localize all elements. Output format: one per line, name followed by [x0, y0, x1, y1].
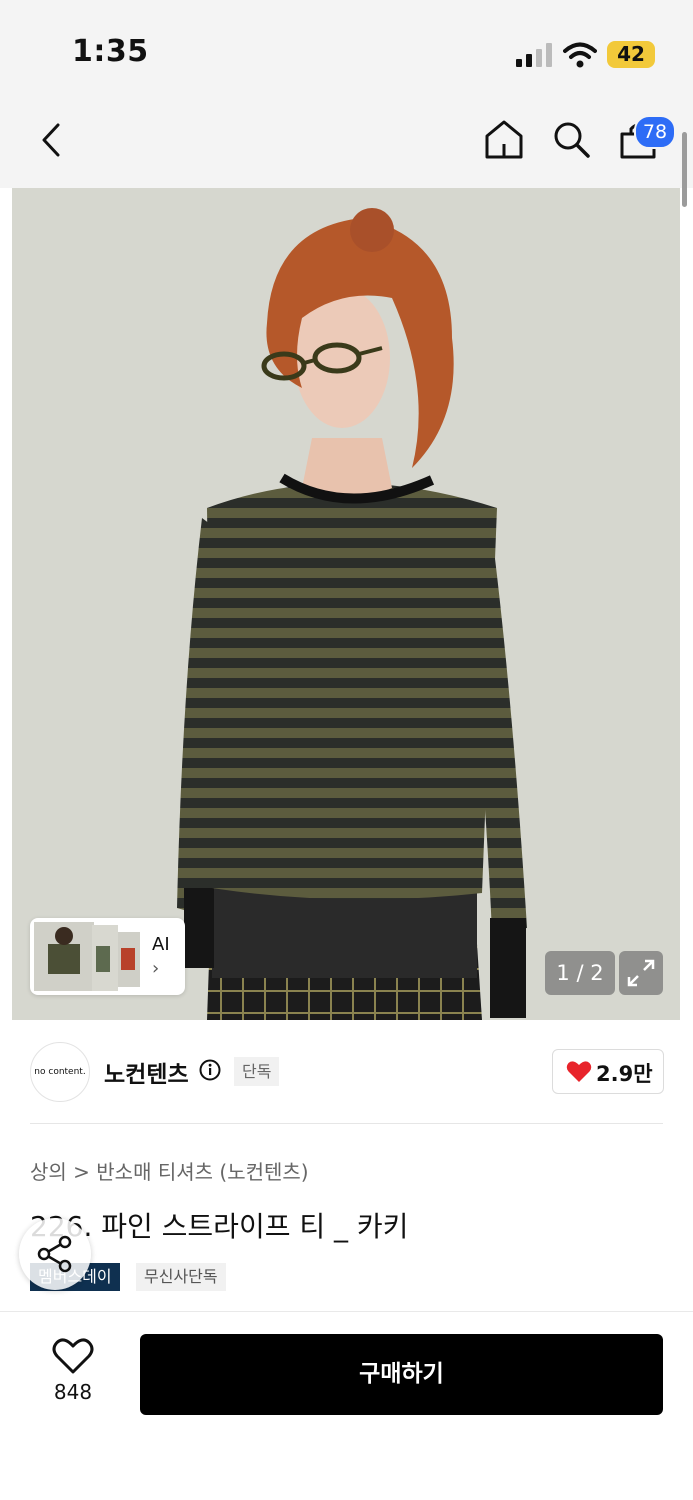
brand-name[interactable]: 노컨텐츠 — [104, 1055, 189, 1089]
share-icon — [37, 1235, 72, 1273]
thumbnail-images — [34, 922, 140, 991]
ai-label: AI — [152, 934, 170, 955]
exclusive-badge: 단독 — [234, 1057, 280, 1086]
divider — [30, 1123, 663, 1124]
scrollbar[interactable] — [682, 132, 687, 207]
tag-musinsa-exclusive: 무신사단독 — [136, 1263, 226, 1291]
search-icon[interactable] — [551, 119, 591, 159]
brand-logo[interactable]: no content. — [30, 1042, 90, 1102]
wifi-icon — [563, 42, 597, 68]
buy-button[interactable]: 구매하기 — [140, 1334, 663, 1415]
info-icon[interactable] — [199, 1059, 221, 1081]
share-button[interactable] — [19, 1218, 91, 1290]
cart-count-badge: 78 — [634, 115, 676, 149]
product-image[interactable] — [12, 188, 680, 1020]
category-breadcrumb[interactable]: 상의 > 반소매 티셔츠 (노컨텐츠) — [30, 1156, 309, 1185]
status-time: 1:35 — [72, 34, 149, 69]
ai-styling-thumbnails[interactable] — [30, 918, 185, 995]
divider — [0, 1311, 693, 1312]
battery-indicator: 42 — [607, 41, 655, 68]
chevron-right-icon: › — [152, 958, 160, 979]
brand-likes-count: 2.9만 — [596, 1062, 653, 1086]
home-icon[interactable] — [484, 118, 524, 160]
signal-icon — [516, 43, 552, 67]
back-icon[interactable] — [38, 122, 68, 158]
model-photo — [12, 188, 680, 1020]
expand-icon — [627, 959, 655, 987]
heart-filled-icon — [566, 1061, 592, 1082]
image-counter: 1 / 2 — [545, 951, 615, 995]
expand-button[interactable] — [619, 951, 663, 995]
heart-outline-icon[interactable] — [52, 1337, 94, 1375]
favorite-count: 848 — [53, 1380, 93, 1404]
